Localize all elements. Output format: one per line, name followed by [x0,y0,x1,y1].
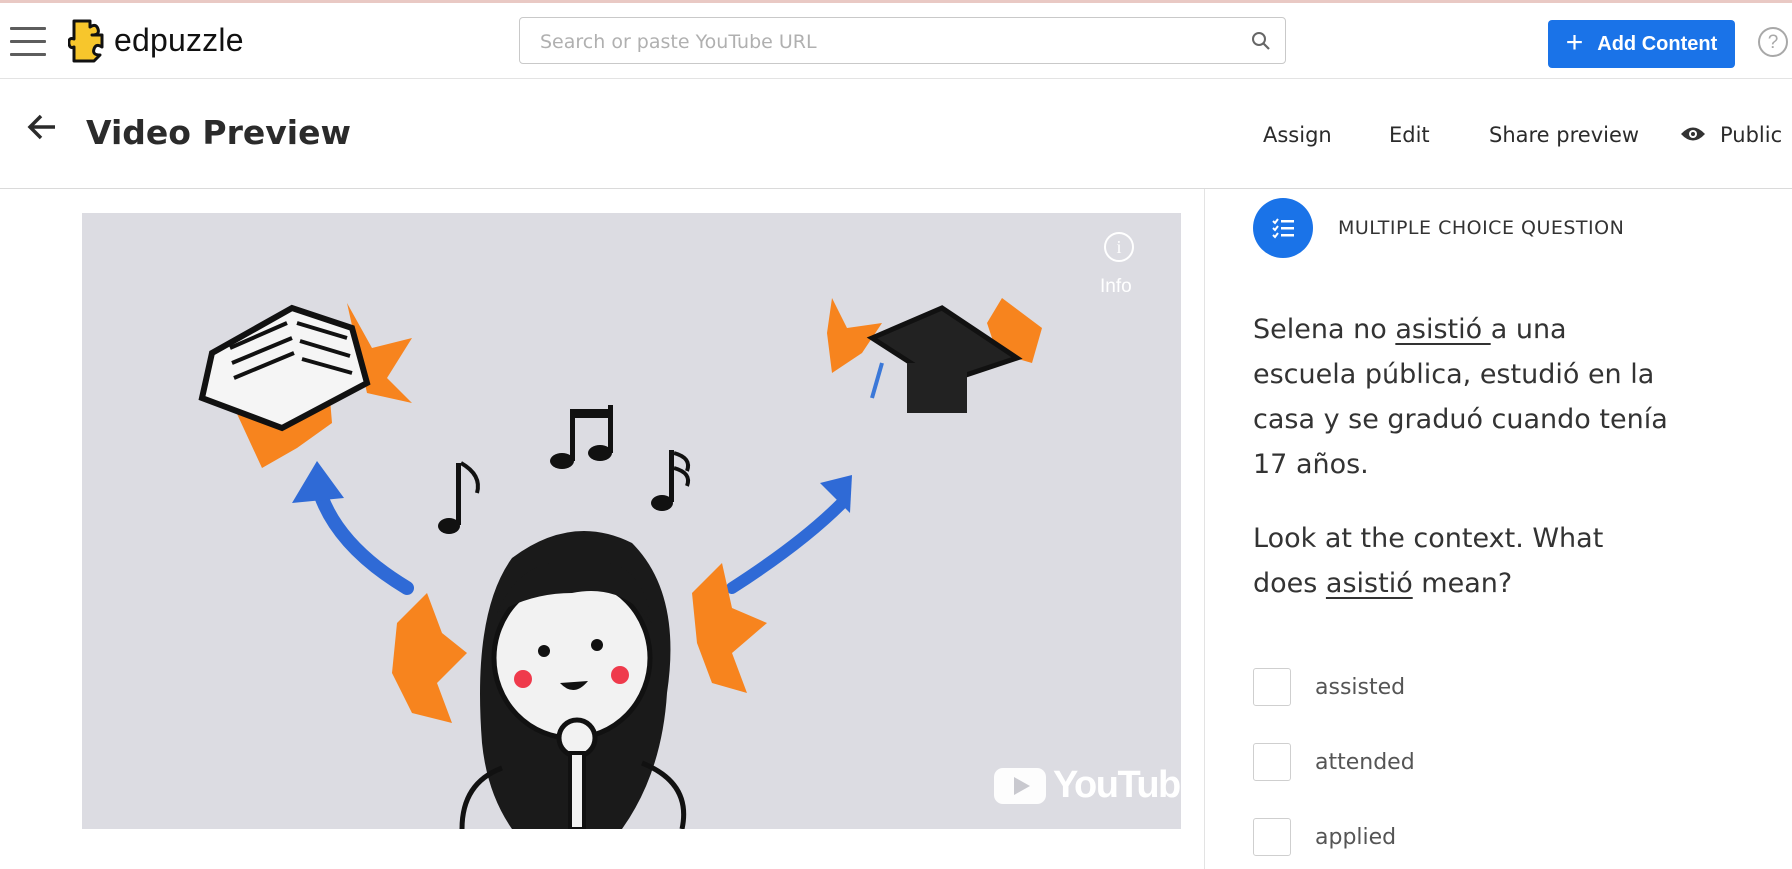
answer-option-label: applied [1315,824,1397,850]
info-label: Info [1100,276,1132,297]
video-player[interactable]: i Info YouTube [82,213,1181,829]
edit-button[interactable]: Edit [1389,123,1430,147]
search-icon[interactable] [1251,31,1271,51]
answer-checkbox[interactable] [1253,818,1291,856]
question-sentence: Selena no asistió a una escuela pública,… [1253,307,1673,487]
answer-checkbox[interactable] [1253,743,1291,781]
answer-option-label: assisted [1315,674,1406,700]
visibility-public-button[interactable]: Public [1720,123,1782,147]
puzzle-logo-icon [68,19,104,63]
plus-icon: + [1565,25,1584,59]
sentence-text-before: Selena no [1253,314,1396,345]
prompt-highlighted-word: asistió [1325,568,1413,599]
prompt-text-after: mean? [1412,568,1513,599]
answer-option[interactable]: applied [1253,818,1396,856]
youtube-wordmark: YouTube [1053,764,1181,806]
panel-divider [1204,189,1205,869]
page-header: Video Preview Assign Edit Share preview … [0,79,1792,189]
youtube-play-icon [994,767,1046,804]
video-illustration [82,213,1181,829]
sentence-highlighted-word: asistió [1395,314,1491,345]
answer-checkbox[interactable] [1253,668,1291,706]
edpuzzle-logo[interactable]: edpuzzle [68,17,244,63]
menu-icon[interactable] [10,27,46,57]
add-content-label: Add Content [1597,32,1718,55]
search-input[interactable] [538,18,1242,65]
add-content-button[interactable]: + Add Content [1548,20,1735,68]
question-prompt: Look at the context. What does asistió m… [1253,516,1653,606]
question-type-label: MULTIPLE CHOICE QUESTION [1338,217,1625,239]
answer-option[interactable]: assisted [1253,668,1405,706]
back-arrow-icon[interactable] [26,113,58,141]
answer-option-label: attended [1315,749,1415,775]
page-title: Video Preview [86,113,351,152]
youtube-logo[interactable]: YouTube [993,764,1181,807]
help-icon[interactable]: ? [1758,27,1788,57]
answer-option[interactable]: attended [1253,743,1415,781]
checklist-icon [1272,218,1294,239]
top-bar: edpuzzle + Add Content ? [0,3,1792,79]
info-icon[interactable]: i [1104,232,1134,262]
question-type-badge [1253,198,1313,258]
eye-icon [1681,127,1705,141]
share-preview-button[interactable]: Share preview [1489,123,1639,147]
search-bar [519,17,1286,65]
logo-text: edpuzzle [114,21,244,58]
assign-button[interactable]: Assign [1263,123,1332,147]
